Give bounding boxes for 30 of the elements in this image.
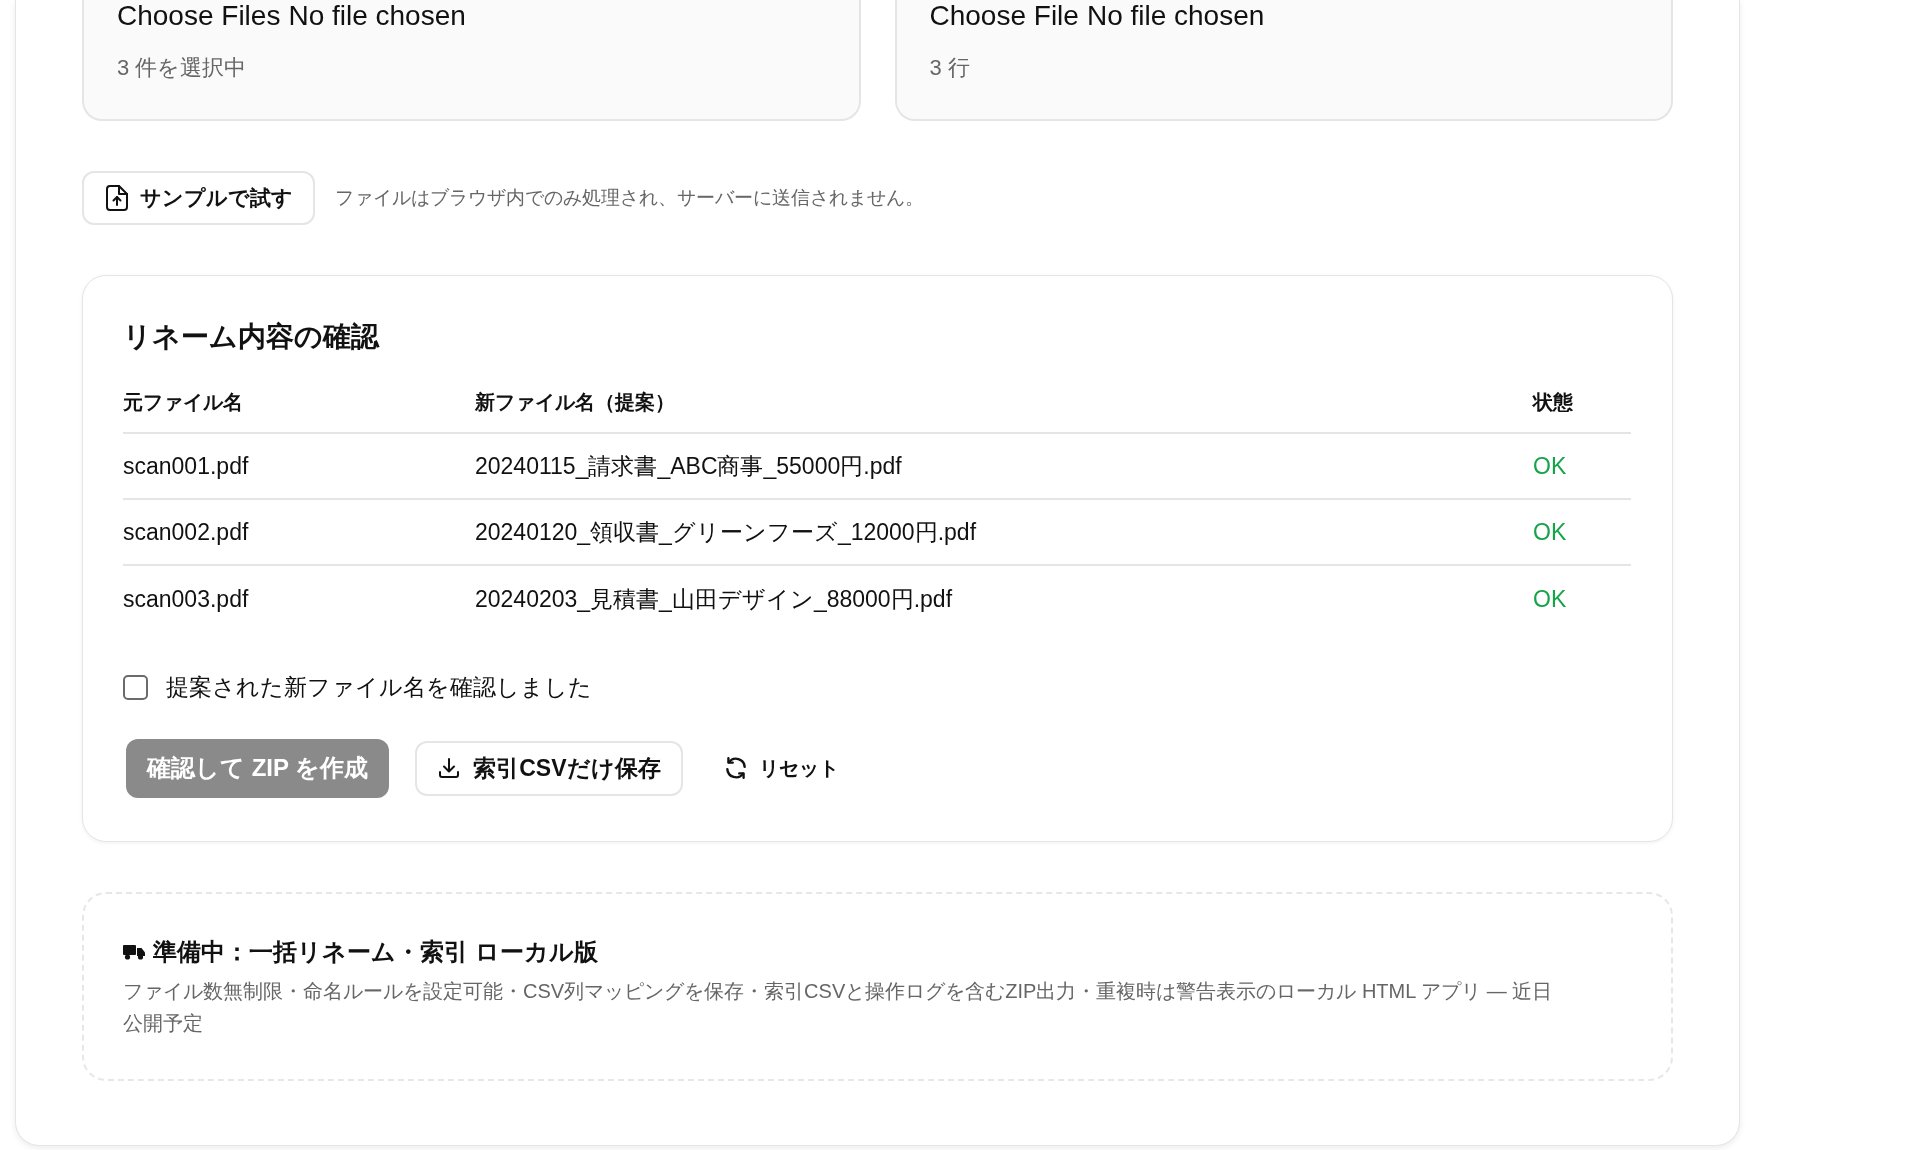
column-header: 状態 [1533,390,1573,413]
selection-status: 3 件を選択中 [117,54,247,82]
status-text: OK [1533,452,1567,479]
file-name-text: No file chosen [1086,0,1265,32]
column-header: 新ファイル名（提案） [475,390,675,413]
choose-file-button[interactable]: Choose Files [117,0,281,32]
sample-button[interactable]: サンプルで試す [82,171,315,225]
choose-file-button[interactable]: Choose File [929,0,1079,32]
selection-status: 3 行 [929,54,970,82]
status-text: OK [1533,585,1567,612]
status-text: OK [1533,518,1567,545]
table-cell: scan001.pdf [123,452,249,479]
reset-button[interactable]: リセット [708,740,853,796]
column-header: 元ファイル名 [123,390,243,413]
section-heading: リネーム内容の確認 [123,320,379,354]
table-cell: 20240203_見積書_山田デザイン_88000円.pdf [475,585,953,612]
panel-heading: 準備中：一括リネーム・索引 ローカル版 [153,936,598,967]
truck-icon [123,943,145,960]
privacy-note: ファイルはブラウザ内でのみ処理され、サーバーに送信されません。 [335,185,924,210]
table-cell: scan003.pdf [123,585,249,612]
table-cell: 20240115_請求書_ABC商事_55000円.pdf [475,452,902,479]
file-name-text: No file chosen [288,0,466,32]
download-icon [437,756,462,780]
checkbox[interactable] [123,674,148,700]
panel-description: ファイル数無制限・命名ルールを設定可能・CSV列マッピングを保存・索引CSVと操作ログを含むZIP出力・重複時は警告表示のローカル HTML アプリ — 近日公開予定 [123,978,1554,1036]
checkbox-label: 提案された新ファイル名を確認しました [166,673,592,702]
table-cell: scan002.pdf [123,518,249,545]
file-upload-icon [106,185,128,211]
table-cell: 20240120_領収書_グリーンフーズ_12000円.pdf [475,518,977,545]
save-csv-button[interactable]: 索引CSVだけ保存 [415,740,683,796]
